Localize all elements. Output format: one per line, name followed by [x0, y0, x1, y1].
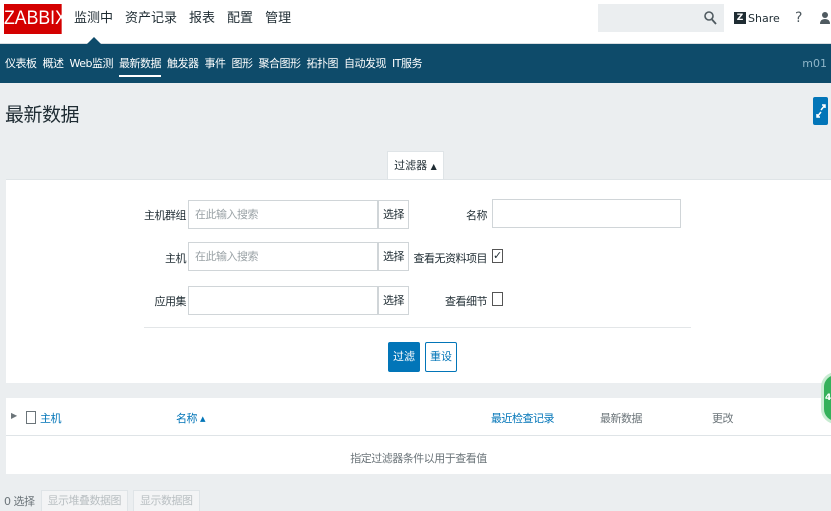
- application-select-button[interactable]: 选择: [378, 286, 409, 315]
- selected-count: 0 选择: [4, 494, 35, 508]
- menu-inventory[interactable]: 资产记录: [119, 0, 183, 44]
- application-label: 应用集: [154, 295, 187, 308]
- table-header: ▶ 主机 名称 ▴ 最近检查记录 最新数据 更改: [6, 398, 831, 436]
- hosts-label: 主机: [165, 252, 187, 265]
- hosts-select-button[interactable]: 选择: [378, 242, 409, 271]
- zabbix-logo[interactable]: ZABBIX: [4, 4, 67, 34]
- display-stacked-graph-button[interactable]: 显示堆叠数据图: [40, 489, 128, 511]
- select-all-checkbox[interactable]: [26, 411, 36, 424]
- zabbix-share-link[interactable]: Z Share: [734, 12, 780, 25]
- search-icon[interactable]: [703, 10, 717, 26]
- fullscreen-button[interactable]: [813, 97, 828, 125]
- sub-menu-bar: 仪表板 概述 Web监测 最新数据 触发器 事件 图形 聚合图形 拓扑图 自动发…: [0, 44, 831, 83]
- zabbix-share-icon: Z: [734, 12, 746, 24]
- name-input[interactable]: [492, 199, 681, 228]
- host-groups-select-button[interactable]: 选择: [378, 200, 409, 229]
- fullscreen-icon: [815, 104, 826, 118]
- filter-collapse-icon: ▲: [430, 162, 437, 171]
- menu-reports[interactable]: 报表: [183, 0, 221, 44]
- global-search: [598, 4, 724, 32]
- filter-tab[interactable]: 过滤器 ▲: [387, 151, 444, 180]
- column-change: 更改: [712, 412, 734, 425]
- filter-apply-button[interactable]: 过滤: [388, 342, 420, 372]
- host-groups-label: 主机群组: [144, 209, 187, 222]
- share-label: Share: [748, 11, 780, 25]
- server-name: m01: [802, 57, 827, 70]
- submenu-overview[interactable]: 概述: [40, 44, 67, 83]
- application-input[interactable]: [188, 286, 378, 315]
- user-icon[interactable]: [818, 10, 831, 26]
- help-icon[interactable]: ?: [792, 10, 806, 26]
- submenu-dashboard[interactable]: 仪表板: [2, 44, 40, 83]
- top-header: ZABBIX 监测中 资产记录 报表 配置 管理 Z Share ?: [0, 0, 831, 44]
- column-last-check[interactable]: 最近检查记录: [491, 410, 555, 426]
- menu-configuration[interactable]: 配置: [221, 0, 259, 44]
- submenu-discovery[interactable]: 自动发现: [341, 44, 389, 83]
- show-no-data-checkbox[interactable]: ✓: [492, 249, 503, 263]
- name-label: 名称: [466, 209, 488, 222]
- latest-data-table: ▶ 主机 名称 ▴ 最近检查记录 最新数据 更改 指定过滤器条件以用于查看值: [6, 398, 831, 474]
- show-no-data-label: 查看无资料项目: [413, 252, 488, 265]
- show-details-label: 查看细节: [445, 295, 488, 308]
- display-graph-button[interactable]: 显示数据图: [133, 489, 200, 511]
- page-title: 最新数据: [5, 104, 80, 126]
- menu-monitoring[interactable]: 监测中: [68, 0, 119, 44]
- menu-administration[interactable]: 管理: [259, 0, 297, 44]
- submenu-maps[interactable]: 拓扑图: [303, 44, 341, 83]
- submenu-web[interactable]: Web监测: [67, 44, 116, 83]
- table-footer-actions: 0 选择 显示堆叠数据图 显示数据图: [4, 489, 205, 511]
- column-name[interactable]: 名称 ▴: [176, 410, 206, 426]
- submenu-screens[interactable]: 聚合图形: [255, 44, 303, 83]
- filter-tab-label: 过滤器: [394, 159, 428, 172]
- hosts-input[interactable]: 在此输入搜索: [188, 242, 378, 271]
- main-menu: 监测中 资产记录 报表 配置 管理: [68, 0, 297, 44]
- show-details-checkbox[interactable]: [492, 292, 503, 306]
- filter-reset-button[interactable]: 重设: [425, 342, 457, 372]
- column-last-value: 最新数据: [600, 412, 643, 425]
- empty-table-message: 指定过滤器条件以用于查看值: [350, 452, 487, 465]
- submenu-events[interactable]: 事件: [201, 44, 228, 83]
- filter-panel: 主机群组 在此输入搜索 选择 主机 在此输入搜索 选择 应用集 选择 名称 查看…: [6, 179, 831, 383]
- header-right-tools: Z Share ?: [598, 4, 831, 32]
- expand-all-icon[interactable]: ▶: [11, 411, 17, 420]
- sub-menu: 仪表板 概述 Web监测 最新数据 触发器 事件 图形 聚合图形 拓扑图 自动发…: [0, 44, 831, 83]
- host-groups-input[interactable]: 在此输入搜索: [188, 200, 378, 229]
- submenu-latest-data[interactable]: 最新数据: [116, 44, 164, 83]
- submenu-it-services[interactable]: IT服务: [389, 44, 425, 83]
- side-floating-badge[interactable]: 45: [821, 372, 831, 424]
- filter-separator: [144, 327, 691, 328]
- submenu-triggers[interactable]: 触发器: [164, 44, 202, 83]
- submenu-graphs[interactable]: 图形: [228, 44, 255, 83]
- column-host[interactable]: 主机: [40, 410, 62, 426]
